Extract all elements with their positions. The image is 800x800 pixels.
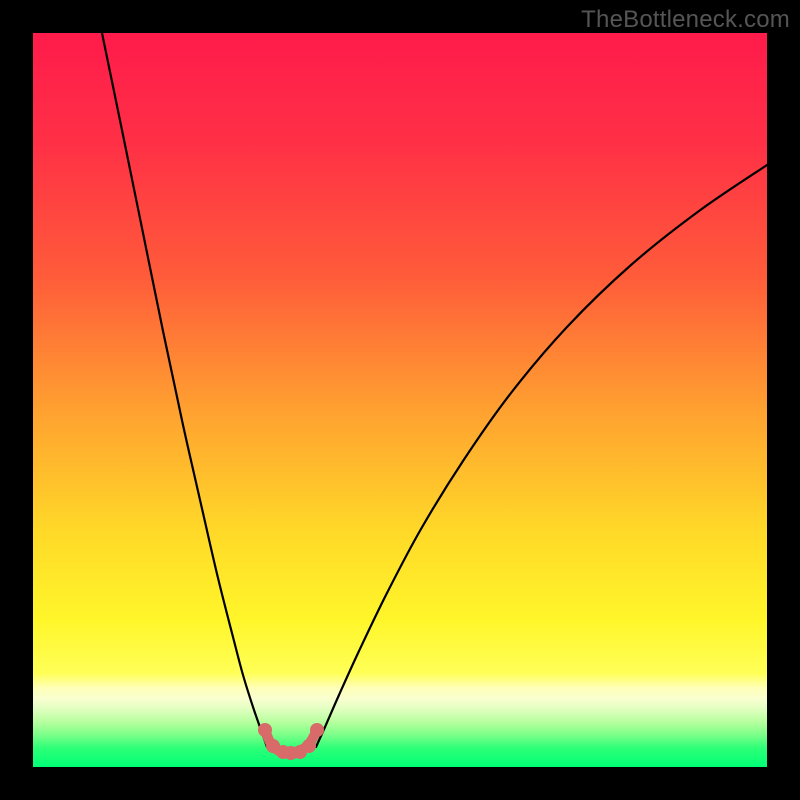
data-point-marker	[310, 723, 324, 737]
watermark-text: TheBottleneck.com	[581, 6, 790, 34]
data-point-marker	[302, 739, 316, 753]
plot-markers	[33, 33, 767, 767]
data-point-marker	[258, 723, 272, 737]
plot-frame	[33, 33, 767, 767]
